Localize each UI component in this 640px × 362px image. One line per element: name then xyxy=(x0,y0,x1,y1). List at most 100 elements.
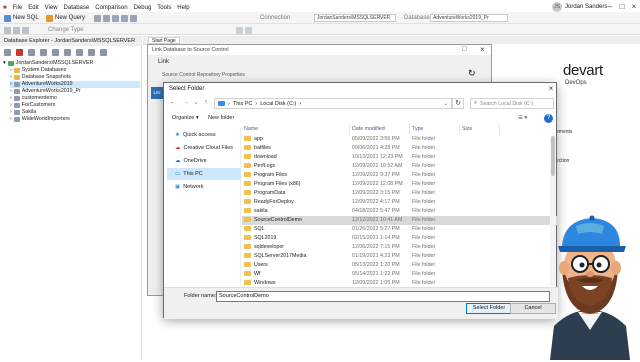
refresh-button[interactable]: ↻ xyxy=(452,98,464,109)
expand-icon[interactable]: › xyxy=(10,109,12,116)
nav-network[interactable]: ▣ Network xyxy=(167,181,241,193)
nav-quick-access[interactable]: ★ Quick access xyxy=(167,129,241,141)
tree-item[interactable]: › AdventureWorks2019 xyxy=(10,81,140,88)
select-folder-button[interactable]: Select Folder xyxy=(466,303,512,314)
tree-item[interactable]: › WideWorldImporters xyxy=(10,116,70,123)
execute-icon[interactable] xyxy=(4,26,11,34)
file-row[interactable]: sqldeveloper 12/06/2022 7:15 PM File folde… xyxy=(242,243,558,252)
file-type-cell: File folder xyxy=(412,271,436,277)
tree-item[interactable]: › AdventureWorks2019_Pr xyxy=(10,88,81,95)
tab-start-page[interactable]: Start Page xyxy=(148,37,180,44)
file-row[interactable]: download 10/13/2021 12:23 PM File folder xyxy=(242,153,558,162)
redo-icon[interactable] xyxy=(130,14,137,22)
tree-server-node[interactable]: ▾ JordanSanders\MSSQLSERVER xyxy=(3,60,93,67)
column-type[interactable]: Type xyxy=(410,124,460,134)
search-input[interactable]: ⌕ Search Local Disk (C:) xyxy=(470,98,554,109)
help-icon[interactable]: ? xyxy=(544,114,553,123)
file-row[interactable]: app 05/09/2022 3:56 PM File folder xyxy=(242,135,558,144)
collapse-icon[interactable] xyxy=(88,49,95,56)
expand-icon[interactable]: › xyxy=(10,67,12,74)
file-row[interactable]: PerfLogs 12/09/2022 10:52 AM File folder xyxy=(242,162,558,171)
maximize-icon[interactable]: □ xyxy=(462,46,466,53)
database-select[interactable]: AdventureWorks2019_Pr xyxy=(430,14,508,22)
file-row[interactable]: ProgramData 12/09/2022 3:15 PM File folder xyxy=(242,189,558,198)
file-row[interactable]: Wf 05/14/2021 1:22 PM File folder xyxy=(242,270,558,279)
expand-icon[interactable]: › xyxy=(10,74,12,81)
new-connection-icon[interactable] xyxy=(40,49,47,56)
file-name: SourceControlDemo xyxy=(254,217,302,223)
file-type-cell: File folder xyxy=(412,163,436,169)
indent-icon[interactable] xyxy=(245,26,252,34)
file-row[interactable]: sakila 04/18/2022 5:47 PM File folder xyxy=(242,207,558,216)
back-icon[interactable]: ← xyxy=(168,98,178,108)
file-row[interactable]: batfiles 09/06/2021 4:28 PM File folder xyxy=(242,144,558,153)
column-size[interactable]: Size xyxy=(460,124,500,134)
expand-icon[interactable]: › xyxy=(10,116,12,123)
file-type-cell: File folder xyxy=(412,136,436,142)
close-icon[interactable]: × xyxy=(480,45,485,54)
up-icon[interactable]: ↑ xyxy=(201,98,211,108)
scrollbar-thumb[interactable] xyxy=(551,136,555,176)
column-name[interactable]: Name xyxy=(242,124,350,134)
save-all-icon[interactable] xyxy=(112,14,119,22)
settings-icon[interactable] xyxy=(76,49,83,56)
refresh-icon[interactable] xyxy=(28,49,35,56)
file-row[interactable]: SourceControlDemo 12/12/2022 10:41 AM File… xyxy=(242,216,558,225)
connect-icon[interactable] xyxy=(4,49,11,56)
new-folder-button[interactable]: New folder xyxy=(208,114,234,123)
expand-icon[interactable]: › xyxy=(10,95,12,102)
filter-icon[interactable] xyxy=(52,49,59,56)
connection-select[interactable]: JordanSanders\MSSQLSERVER xyxy=(314,14,396,22)
forward-icon[interactable]: → xyxy=(181,98,191,108)
file-name-cell: SQL xyxy=(242,225,350,234)
tree-item[interactable]: › customerdemo xyxy=(10,95,57,102)
sync-icon[interactable] xyxy=(100,49,107,56)
align-icon[interactable] xyxy=(236,26,243,34)
explorer-title: Database Explorer - JordanSanders\MSSQLS… xyxy=(0,36,142,46)
disconnect-icon[interactable] xyxy=(16,49,23,56)
address-dropdown-icon[interactable]: ⌄ xyxy=(443,101,448,107)
new-sql-button[interactable]: New SQL xyxy=(4,13,39,23)
file-row[interactable]: Program Files 12/09/2022 9:37 PM File fold… xyxy=(242,171,558,180)
open-icon[interactable] xyxy=(94,14,101,22)
nav-this-pc[interactable]: ▭ This PC xyxy=(167,168,241,180)
tree-item[interactable]: › ForCustomers xyxy=(10,102,55,109)
nav-creative-cloud[interactable]: ☁ Creative Cloud Files xyxy=(167,142,241,154)
file-row[interactable]: SQL2019 02/15/2021 1:14 PM File folder xyxy=(242,234,558,243)
close-icon[interactable]: × xyxy=(546,84,556,94)
file-row[interactable]: ReadyForDeploy 12/09/2022 4:17 PM File fol… xyxy=(242,198,558,207)
undo-icon[interactable] xyxy=(121,14,128,22)
breadcrumb-local-disk[interactable]: Local Disk (C:) xyxy=(260,101,296,107)
organize-button[interactable]: Organize ▾ xyxy=(172,114,199,123)
expand-icon[interactable]: › xyxy=(10,81,12,88)
file-row[interactable]: SQL 01/26/2022 5:27 PM File folder xyxy=(242,225,558,234)
breadcrumb-this-pc[interactable]: This PC xyxy=(233,101,253,107)
file-name-cell: sakila xyxy=(242,207,350,216)
tree-item[interactable]: › Sakila xyxy=(10,109,36,116)
chevron-down-icon[interactable]: ⌄ xyxy=(191,98,201,108)
tree-item[interactable]: › Database Snapshots xyxy=(10,74,71,81)
expand-icon[interactable]: ▾ xyxy=(3,60,6,67)
address-bar[interactable]: › This PC › Local Disk (C:) › ⌄ xyxy=(214,98,452,109)
file-row[interactable]: Users 05/13/2022 1:20 PM File folder xyxy=(242,261,558,270)
refresh-icon[interactable]: ↻ xyxy=(468,68,480,78)
view-options-icon[interactable]: ☰ ▾ xyxy=(518,114,527,123)
user-account[interactable]: JS Jordan Sanders xyxy=(552,2,607,12)
new-query-button[interactable]: New Query xyxy=(46,13,85,23)
stop-icon[interactable] xyxy=(13,26,20,34)
column-date-modified[interactable]: Date modified xyxy=(350,124,410,134)
expand-icon[interactable]: › xyxy=(10,88,12,95)
file-row[interactable]: SQLServer2017Media 01/19/2021 4:23 PM File… xyxy=(242,252,558,261)
save-icon[interactable] xyxy=(103,14,110,22)
file-size-cell xyxy=(460,180,500,189)
file-row[interactable]: Windows 12/09/2022 1:05 PM File folder xyxy=(242,279,558,286)
tree-item[interactable]: › System Databases xyxy=(10,67,66,74)
devops-tab[interactable]: DevOps xyxy=(565,80,587,86)
search-icon[interactable] xyxy=(64,49,71,56)
expand-icon[interactable]: › xyxy=(10,102,12,109)
folder-name-input[interactable]: SourceControlDemo xyxy=(216,291,550,302)
nav-onedrive[interactable]: ☁ OneDrive xyxy=(167,155,241,167)
file-row[interactable]: Program Files (x86) 12/09/2022 12:08 PM Fi… xyxy=(242,180,558,189)
change-type-button[interactable]: Change Type xyxy=(48,25,84,35)
format-icon[interactable] xyxy=(22,26,29,34)
